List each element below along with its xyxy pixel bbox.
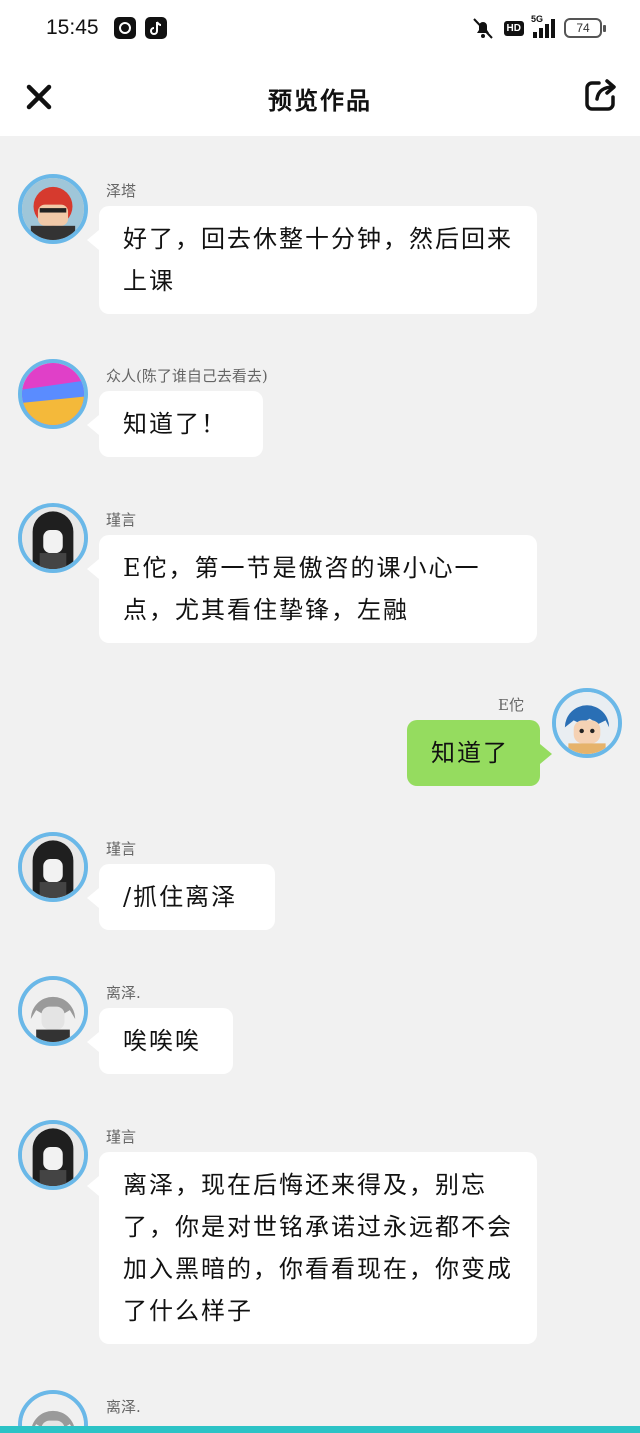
sender-name: 泽塔 — [106, 182, 137, 200]
status-indicators: HD 5G 74 — [471, 14, 606, 39]
bottom-accent-bar — [0, 1426, 640, 1433]
message-bubble[interactable]: 好了，回去休整十分钟，然后回来上课 — [87, 206, 537, 314]
sender-name: 离泽. — [106, 1398, 141, 1416]
header: 预览作品 — [0, 58, 640, 136]
avatar[interactable] — [18, 359, 88, 429]
page-title: 预览作品 — [268, 86, 372, 115]
mute-bell-icon — [471, 17, 495, 39]
hd-badge: HD — [503, 20, 524, 36]
sender-name: 瑾言 — [106, 1128, 137, 1146]
sender-name: 瑾言 — [106, 840, 137, 858]
avatar[interactable] — [18, 832, 88, 902]
battery-icon: 74 — [564, 18, 606, 38]
share-button[interactable] — [582, 76, 620, 114]
status-time: 15:45 — [46, 16, 99, 39]
message-bubble[interactable]: /抓住离泽 — [87, 864, 275, 930]
avatar[interactable] — [18, 503, 88, 573]
message-bubble[interactable]: 离泽，现在后悔还来得及，别忘了，你是对世铭承诺过永远都不会加入黑暗的，你看看现在… — [87, 1152, 537, 1344]
avatar[interactable] — [18, 174, 88, 244]
message-bubble[interactable]: 知道了 — [407, 720, 552, 786]
message-bubble[interactable]: 唉唉唉 — [87, 1008, 233, 1074]
message-bubble[interactable]: E佗，第一节是傲咨的课小心一点，尤其看住挚锋，左融 — [87, 535, 537, 643]
app-notification-icon — [114, 17, 136, 39]
signal-icon: 5G — [531, 14, 555, 38]
sender-name: 众人(陈了谁自己去看去) — [106, 367, 268, 385]
avatar[interactable] — [18, 976, 88, 1046]
message-bubble[interactable]: 知道了！ — [87, 391, 263, 457]
avatar[interactable] — [552, 688, 622, 758]
tiktok-icon — [145, 17, 167, 39]
network-type: 5G — [531, 14, 544, 24]
sender-name: 离泽. — [106, 984, 141, 1002]
avatar[interactable] — [18, 1120, 88, 1190]
status-bar: 15:45 HD 5G 74 — [0, 0, 640, 58]
sender-name: 瑾言 — [106, 511, 137, 529]
sender-name: E佗 — [498, 696, 524, 714]
share-icon — [585, 79, 616, 111]
